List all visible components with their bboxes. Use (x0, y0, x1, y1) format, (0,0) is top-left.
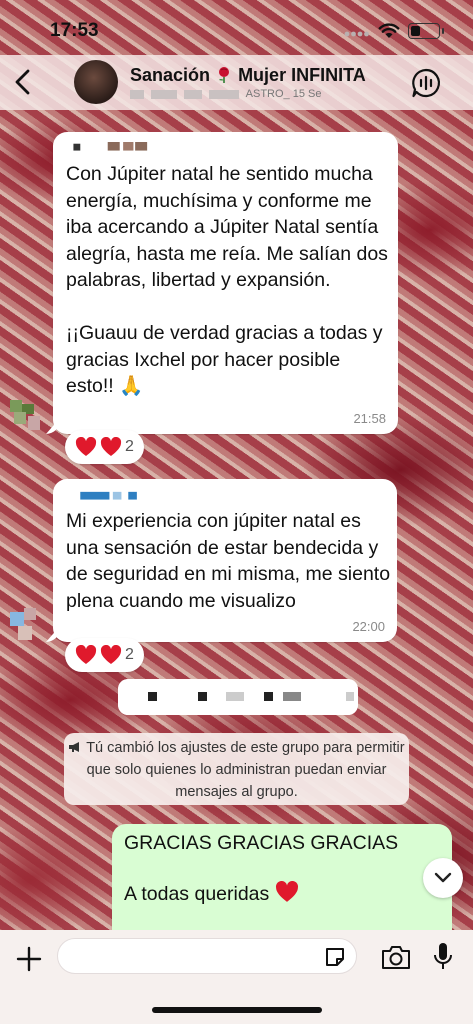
plus-icon[interactable] (14, 944, 44, 974)
blurred-member (151, 89, 178, 99)
blurred-sender-name (80, 491, 137, 500)
message-bubble[interactable]: Con Júpiter natal he sentido mucha energ… (53, 132, 398, 434)
microphone-icon[interactable] (432, 941, 454, 973)
battery-icon (408, 23, 444, 39)
heart-icon (100, 437, 122, 456)
blurred-member (209, 89, 240, 99)
wifi-icon (378, 23, 400, 38)
scroll-to-bottom-button[interactable] (423, 858, 463, 898)
reaction-bar[interactable]: 2 (65, 430, 144, 464)
chevron-down-icon (434, 872, 452, 883)
outgoing-message-line1: GRACIAS GRACIAS GRACIAS (124, 832, 399, 854)
heart-icon (100, 645, 122, 664)
message-text: Con Júpiter natal he sentido mucha energ… (66, 163, 388, 397)
megaphone-icon (69, 742, 80, 752)
system-notice: Tú cambió los ajustes de este grupo para… (64, 733, 409, 805)
message-time: 22:00 (352, 619, 385, 634)
sender-avatar[interactable] (10, 400, 44, 434)
message-time: 21:58 (353, 411, 386, 426)
sticker-icon[interactable] (324, 946, 346, 968)
heart-icon (275, 880, 298, 902)
signal-icon (344, 31, 369, 37)
message-bubble[interactable]: Mi experiencia con júpiter natal es una … (53, 479, 397, 642)
status-bar: 17:53 (0, 0, 473, 55)
back-arrow-icon[interactable] (8, 65, 38, 99)
group-title-suffix: Mujer INFINITA (238, 65, 366, 85)
blurred-info-chip (118, 679, 358, 715)
group-title[interactable]: Sanación Mujer INFINITA (130, 65, 366, 86)
reaction-count: 2 (125, 438, 134, 455)
home-indicator (152, 1007, 322, 1013)
voice-chat-icon[interactable] (410, 67, 442, 99)
group-avatar[interactable] (74, 60, 118, 104)
reaction-count: 2 (125, 646, 134, 663)
blurred-sender-name (73, 142, 148, 151)
chat-header: Sanación Mujer INFINITA ASTRO_ 15 Se (0, 55, 473, 110)
message-input[interactable] (57, 938, 357, 974)
outgoing-message-line2-text: A todas queridas (124, 883, 270, 905)
system-notice-text: Tú cambió los ajustes de este grupo para… (86, 740, 405, 800)
reaction-bar[interactable]: 2 (65, 638, 144, 672)
blurred-member (130, 89, 144, 99)
blurred-member (184, 89, 203, 99)
heart-icon (75, 645, 97, 664)
group-title-prefix: Sanación (130, 65, 211, 85)
heart-icon (75, 437, 97, 456)
sender-avatar[interactable] (10, 608, 44, 642)
message-text: Mi experiencia con júpiter natal es una … (66, 510, 391, 612)
status-time: 17:53 (50, 20, 99, 41)
group-subtitle-text: ASTRO_ 15 Se (245, 88, 322, 100)
outgoing-message-line2: A todas queridas (124, 880, 299, 907)
rose-icon (219, 67, 230, 83)
group-subtitle: ASTRO_ 15 Se (130, 88, 321, 100)
camera-icon[interactable] (380, 943, 412, 971)
